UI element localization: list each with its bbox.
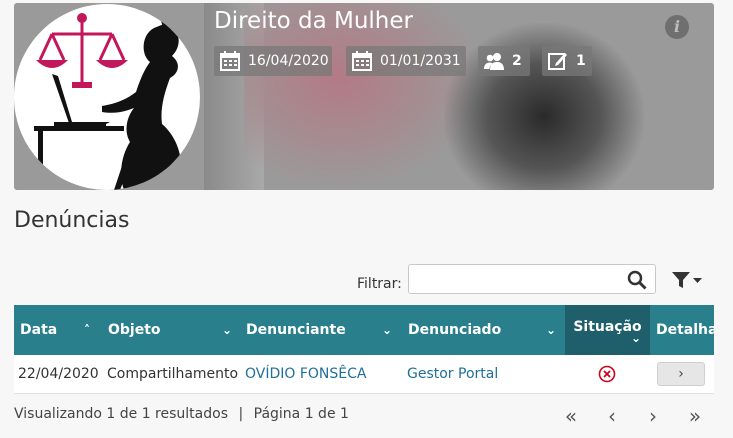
end-date-chip: 01/01/2031 <box>346 46 466 76</box>
search-icon[interactable] <box>627 270 647 290</box>
chevron-down-icon: ⌄ <box>222 323 233 337</box>
previous-page-button[interactable]: ‹ <box>599 404 625 428</box>
chevron-down-icon: ⌄ <box>382 323 393 337</box>
column-header-situacao[interactable]: Situação ⌄ <box>565 305 650 355</box>
end-date: 01/01/2031 <box>380 53 461 69</box>
start-date-chip: 16/04/2020 <box>214 46 332 76</box>
next-page-button[interactable]: › <box>640 404 666 428</box>
sort-asc-icon: ˄ <box>84 323 90 337</box>
filter-label: Filtrar: <box>357 276 402 292</box>
last-page-button[interactable]: » <box>682 404 708 428</box>
info-icon[interactable]: i <box>665 15 689 39</box>
column-header-denunciado[interactable]: Denunciado ⌄ <box>402 305 565 355</box>
calendar-icon <box>220 51 240 71</box>
calendar-icon <box>352 51 372 71</box>
status-rejected-icon <box>598 355 616 393</box>
chevron-down-icon: ⌄ <box>546 323 557 337</box>
cell-data: 22/04/2020 <box>18 366 99 382</box>
edit-icon <box>548 53 567 70</box>
members-count: 2 <box>512 53 522 69</box>
section-heading: Denúncias <box>14 208 130 233</box>
group-title: Direito da Mulher <box>214 8 413 34</box>
justice-woman-illustration <box>34 13 187 190</box>
posts-count: 1 <box>576 53 586 69</box>
pagination-summary: Visualizando 1 de 1 resultados | Página … <box>14 406 349 422</box>
filter-input[interactable] <box>408 264 656 294</box>
first-page-button[interactable]: « <box>558 404 584 428</box>
posts-chip: 1 <box>542 46 592 76</box>
cell-objeto: Compartilhamento <box>107 366 239 382</box>
table-row: 22/04/2020 Compartilhamento OVÍDIO FONSÊ… <box>14 355 714 394</box>
chevron-down-icon: ⌄ <box>631 331 642 345</box>
column-header-data[interactable]: Data ˄ <box>14 305 102 355</box>
start-date: 16/04/2020 <box>248 53 329 69</box>
table-header: Data ˄ Objeto ⌄ Denunciante ⌄ Denunciado… <box>14 305 714 355</box>
filter-funnel-icon[interactable] <box>672 270 704 290</box>
users-icon <box>484 53 504 70</box>
details-button[interactable]: › <box>657 362 705 386</box>
cell-denunciado-link[interactable]: Gestor Portal <box>407 355 498 393</box>
column-header-denunciante[interactable]: Denunciante ⌄ <box>240 305 402 355</box>
column-header-objeto[interactable]: Objeto ⌄ <box>102 305 240 355</box>
group-avatar <box>14 4 200 190</box>
members-chip: 2 <box>478 46 530 76</box>
cell-denunciante-link[interactable]: OVÍDIO FONSÊCA <box>245 355 367 393</box>
column-header-detalhes[interactable]: Detalha <box>650 305 714 355</box>
